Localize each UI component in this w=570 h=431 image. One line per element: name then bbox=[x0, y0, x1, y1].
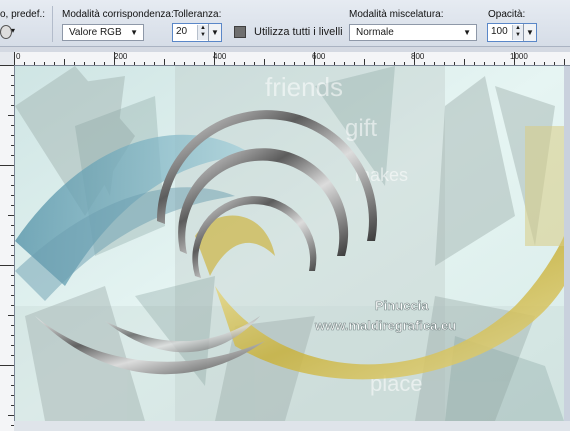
match-mode-label: Modalità corrispondenza: bbox=[62, 9, 174, 20]
blend-mode-value: Normale bbox=[356, 27, 394, 38]
spin-arrows-icon[interactable]: ▲ ▼ bbox=[197, 25, 208, 40]
tool-options-toolbar: o, predef.: ▾ Modalità corrispondenza: V… bbox=[0, 0, 570, 47]
chevron-down-icon[interactable]: ▼ bbox=[523, 24, 536, 41]
separator bbox=[52, 6, 53, 42]
presets-label: o, predef.: bbox=[0, 9, 46, 20]
spin-arrows-icon[interactable]: ▲ ▼ bbox=[512, 25, 523, 40]
ruler-tick-label: 1000 bbox=[510, 52, 528, 61]
tolerance-label: Tolleranza: bbox=[173, 9, 222, 20]
artwork-canvas: friends gift makes place Pinuccia www.ma… bbox=[15, 66, 564, 421]
ruler-tick-label: 200 bbox=[114, 52, 128, 61]
opacity-spinbox[interactable]: 100 ▲ ▼ ▼ bbox=[487, 23, 537, 42]
chevron-down-icon: ▾ bbox=[11, 26, 16, 35]
blend-mode-label: Modalità miscelatura: bbox=[349, 9, 444, 20]
opacity-label: Opacità: bbox=[488, 9, 526, 20]
use-all-layers-label: Utilizza tutti i livelli bbox=[254, 26, 343, 38]
chevron-down-icon: ▼ bbox=[463, 28, 471, 37]
opacity-value: 100 bbox=[491, 26, 508, 37]
ruler-ticks bbox=[0, 65, 14, 426]
watermark-url: www.maldiregrafica.eu bbox=[314, 318, 456, 333]
ruler-tick-label: 600 bbox=[312, 52, 326, 61]
ruler-tick-label: 400 bbox=[213, 52, 227, 61]
blend-mode-select[interactable]: Normale ▼ bbox=[349, 24, 477, 41]
artwork-word: gift bbox=[345, 115, 377, 142]
ruler-tick-label: 0 bbox=[16, 52, 21, 61]
vertical-ruler bbox=[0, 65, 15, 431]
tolerance-spinbox[interactable]: 20 ▲ ▼ ▼ bbox=[172, 23, 222, 42]
artwork-image[interactable]: friends gift makes place Pinuccia www.ma… bbox=[15, 66, 564, 421]
ruler-ticks bbox=[14, 52, 565, 65]
horizontal-ruler: 0 200 400 600 800 1000 bbox=[14, 52, 570, 66]
watermark-name: Pinuccia bbox=[375, 298, 429, 313]
match-mode-value: Valore RGB bbox=[69, 27, 122, 38]
ruler-corner bbox=[0, 52, 15, 66]
presets-dropdown[interactable]: ▾ bbox=[0, 24, 18, 41]
horizontal-scrollbar[interactable] bbox=[14, 421, 570, 431]
artwork-word: friends bbox=[265, 72, 343, 102]
use-all-layers-checkbox[interactable] bbox=[234, 26, 246, 38]
ruler-tick-label: 800 bbox=[411, 52, 425, 61]
chevron-down-icon: ▼ bbox=[130, 28, 138, 37]
match-mode-select[interactable]: Valore RGB ▼ bbox=[62, 24, 144, 41]
tolerance-value: 20 bbox=[176, 26, 188, 37]
chevron-down-icon[interactable]: ▼ bbox=[208, 24, 221, 41]
